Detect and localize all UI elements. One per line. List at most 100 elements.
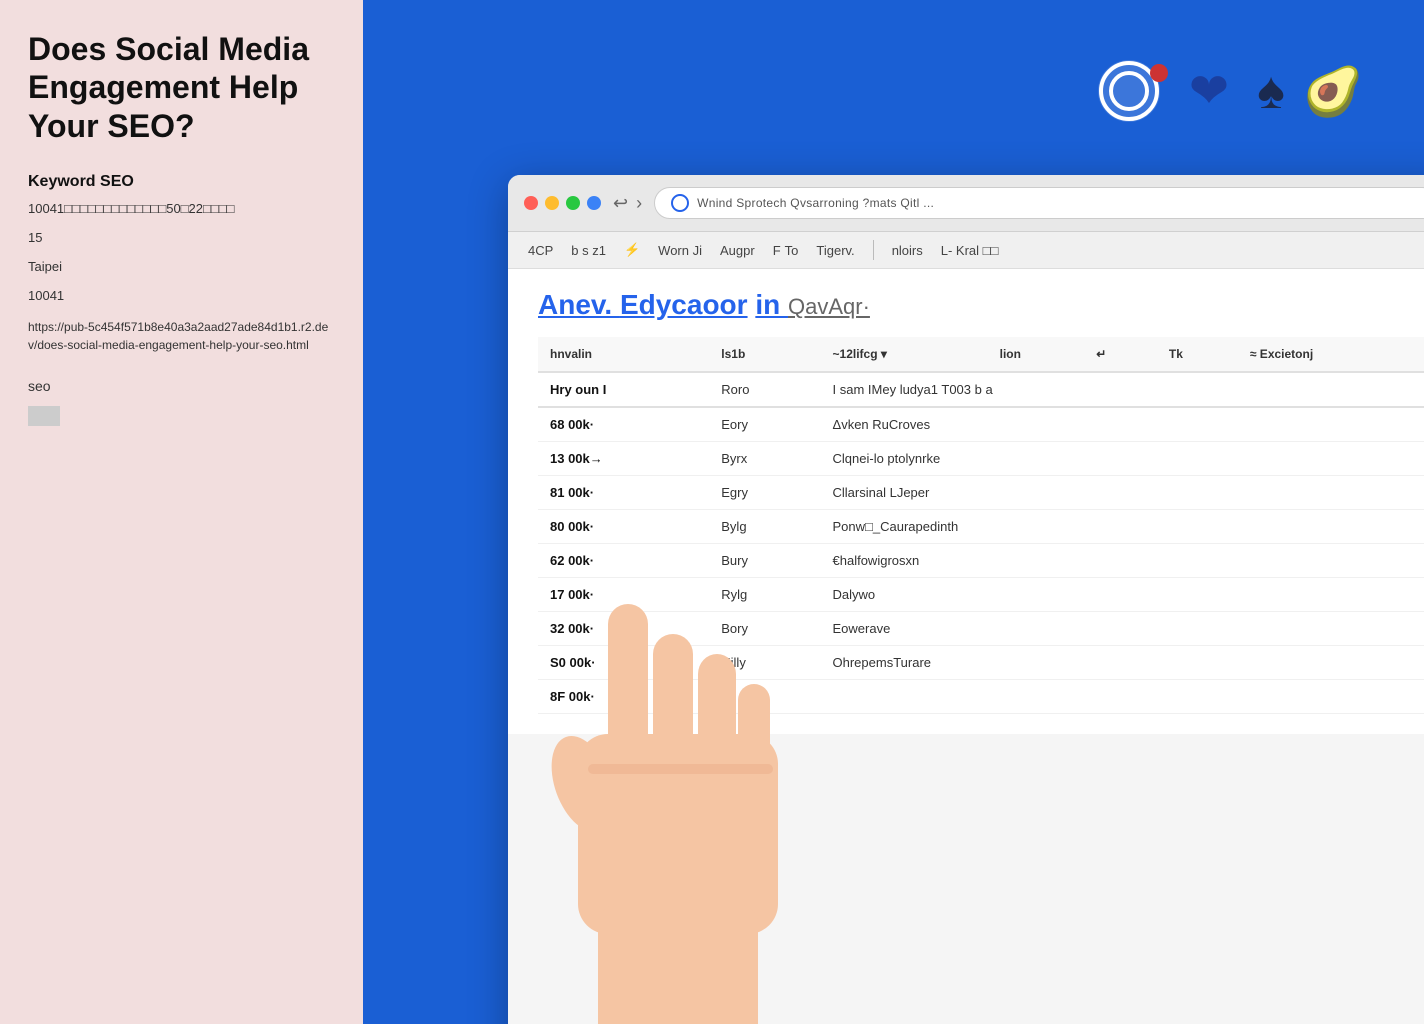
icon-heart-dark: ♠ xyxy=(1240,60,1302,122)
browser-toolbar: 4CP b s z1 ⚡ Worn Ji Augpr F To Tigerv. xyxy=(508,232,1424,269)
cell-col2: Egry xyxy=(709,476,820,510)
col-header-2: ls1b xyxy=(709,337,820,372)
col-header-3[interactable]: ~12lifcg ▾ xyxy=(821,337,988,372)
cell-col1: 32 00k· xyxy=(538,612,709,646)
toolbar-label-augpr: Augpr xyxy=(720,243,755,258)
cell-col1: 81 00k· xyxy=(538,476,709,510)
cell-col3 xyxy=(821,680,1424,714)
nav-back-icon[interactable]: ↩ xyxy=(613,193,628,214)
meta-postal: 10041 xyxy=(28,286,335,307)
toolbar-item-worm[interactable]: Worn Ji xyxy=(658,243,702,258)
traffic-lights xyxy=(524,196,601,210)
browser-icon xyxy=(671,194,689,212)
cell-col1: 68 00k· xyxy=(538,407,709,442)
cell-col1: S0 00k· xyxy=(538,646,709,680)
tag-label: seo xyxy=(28,378,335,394)
toolbar-item-to[interactable]: F To xyxy=(773,243,799,258)
browser-window: ↩ › Wnind Sprotech Qvsarroning ?mats Qit… xyxy=(508,175,1424,1024)
cell-col3: Cllarsinal LJeper xyxy=(821,476,1424,510)
toolbar-label-tiger: Tigerv. xyxy=(816,243,854,258)
toolbar-label-3: ⚡ xyxy=(624,242,640,258)
keyword-label: Keyword SEO xyxy=(28,173,335,191)
title-prefix: Anev. xyxy=(538,289,620,320)
traffic-light-green[interactable] xyxy=(566,196,580,210)
toolbar-item-1[interactable]: 4CP xyxy=(528,243,553,258)
traffic-light-red[interactable] xyxy=(524,196,538,210)
toolbar-label-te: To xyxy=(785,243,799,258)
article-url[interactable]: https://pub-5c454f571b8e40a3a2aad27ade84… xyxy=(28,318,335,354)
cell-col3: OhrepemsTurare xyxy=(821,646,1424,680)
cell-col3: Eowerave xyxy=(821,612,1424,646)
title-main[interactable]: Edycaoor xyxy=(620,289,748,320)
toolbar-item-augpr[interactable]: Augpr xyxy=(720,243,755,258)
toolbar-item-2[interactable]: b s z1 xyxy=(571,243,606,258)
cell-col3: Clqnei-lo ptolynrke xyxy=(821,442,1424,476)
cell-col1: 80 00k· xyxy=(538,510,709,544)
traffic-light-blue[interactable] xyxy=(587,196,601,210)
cell-col2: Nilly xyxy=(709,646,820,680)
cell-col1: 8F 00k· xyxy=(538,680,709,714)
traffic-light-yellow[interactable] xyxy=(545,196,559,210)
table-subheader-row: Hry oun I Roro I sam IMey ludya1 T003 b … xyxy=(538,372,1424,407)
toolbar-item-kral[interactable]: L- Kral □□ xyxy=(941,243,999,258)
toolbar-item-3[interactable]: ⚡ xyxy=(624,242,640,258)
meta-number: 15 xyxy=(28,228,335,249)
address-text: Wnind Sprotech Qvsarroning ?mats Qitl ..… xyxy=(697,196,934,210)
table-row: 62 00k· Bury €halfowigrosxn xyxy=(538,544,1424,578)
browser-content: Anev. Edycaoor in QavAqr· hnvalin ls1b ~… xyxy=(508,269,1424,734)
title-in: in xyxy=(755,289,788,320)
title-query: QavAqr· xyxy=(788,294,870,319)
col-header-6: Tk xyxy=(1157,337,1238,372)
col-header-5: ↵ xyxy=(1084,337,1157,372)
top-decorations: ❤ ♠ 🥑 xyxy=(1098,60,1364,122)
cell-col2: Byrx xyxy=(709,442,820,476)
browser-nav: ↩ › xyxy=(613,193,642,214)
cell-col1: 62 00k· xyxy=(538,544,709,578)
icon-dot-red xyxy=(1150,64,1168,82)
table-row: 17 00k· Rylg Dalywo xyxy=(538,578,1424,612)
address-bar[interactable]: Wnind Sprotech Qvsarroning ?mats Qitl ..… xyxy=(654,187,1424,219)
cell-col2: Rylg xyxy=(709,578,820,612)
cell-col3: Δvken RuCroves xyxy=(821,407,1424,442)
toolbar-label-worm: Worn Ji xyxy=(658,243,702,258)
cell-col2: Bory xyxy=(709,612,820,646)
table-row: 68 00k· Eory Δvken RuCroves xyxy=(538,407,1424,442)
cell-col1: 17 00k· xyxy=(538,578,709,612)
cell-col3: €halfowigrosxn xyxy=(821,544,1424,578)
table-row: S0 00k· Nilly OhrepemsTurare xyxy=(538,646,1424,680)
meta-city: Taipei xyxy=(28,257,335,278)
main-area: ❤ ♠ 🥑 ↩ › Wnind Sprotech Qvsarroning ?ma… xyxy=(363,0,1424,1024)
cell-col3: Ponw□_Caurapedinth xyxy=(821,510,1424,544)
subheader-2: Roro xyxy=(709,372,820,407)
data-table: hnvalin ls1b ~12lifcg ▾ lion ↵ Tk ≈ Exci… xyxy=(538,337,1424,714)
toolbar-label-to: F xyxy=(773,243,781,258)
cell-col1: 13 00k→ xyxy=(538,442,709,476)
cell-col3: Dalywo xyxy=(821,578,1424,612)
cell-col2: Bury xyxy=(709,544,820,578)
tag-box xyxy=(28,406,60,426)
table-row: 8F 00k· xyxy=(538,680,1424,714)
toolbar-label-2: b s z1 xyxy=(571,243,606,258)
toolbar-item-nloirs[interactable]: nloirs xyxy=(892,243,923,258)
col-header-1: hnvalin xyxy=(538,337,709,372)
toolbar-label-1: 4CP xyxy=(528,243,553,258)
col-header-7: ≈ Excietonj xyxy=(1238,337,1424,372)
table-row: 13 00k→ Byrx Clqnei-lo ptolynrke xyxy=(538,442,1424,476)
table-body: 68 00k· Eory Δvken RuCroves 13 00k→ Byrx… xyxy=(538,407,1424,714)
table-header-row: hnvalin ls1b ~12lifcg ▾ lion ↵ Tk ≈ Exci… xyxy=(538,337,1424,372)
content-heading: Anev. Edycaoor in QavAqr· xyxy=(538,289,1424,321)
toolbar-item-tiger[interactable]: Tigerv. xyxy=(816,243,854,258)
cell-col2: Eory xyxy=(709,407,820,442)
cell-col2 xyxy=(709,680,820,714)
subheader-1: Hry oun I xyxy=(538,372,709,407)
browser-chrome: ↩ › Wnind Sprotech Qvsarroning ?mats Qit… xyxy=(508,175,1424,232)
table-row: 80 00k· Bylg Ponw□_Caurapedinth xyxy=(538,510,1424,544)
icon-heart-blue: ❤ xyxy=(1178,60,1240,122)
nav-forward-icon[interactable]: › xyxy=(636,193,642,214)
col-header-4: lion xyxy=(988,337,1085,372)
table-row: 81 00k· Egry Cllarsinal LJeper xyxy=(538,476,1424,510)
toolbar-separator xyxy=(873,240,874,260)
table-row: 32 00k· Bory Eowerave xyxy=(538,612,1424,646)
toolbar-label-kral: L- Kral □□ xyxy=(941,243,999,258)
subheader-3: I sam IMey ludya1 T003 b a xyxy=(821,372,1424,407)
